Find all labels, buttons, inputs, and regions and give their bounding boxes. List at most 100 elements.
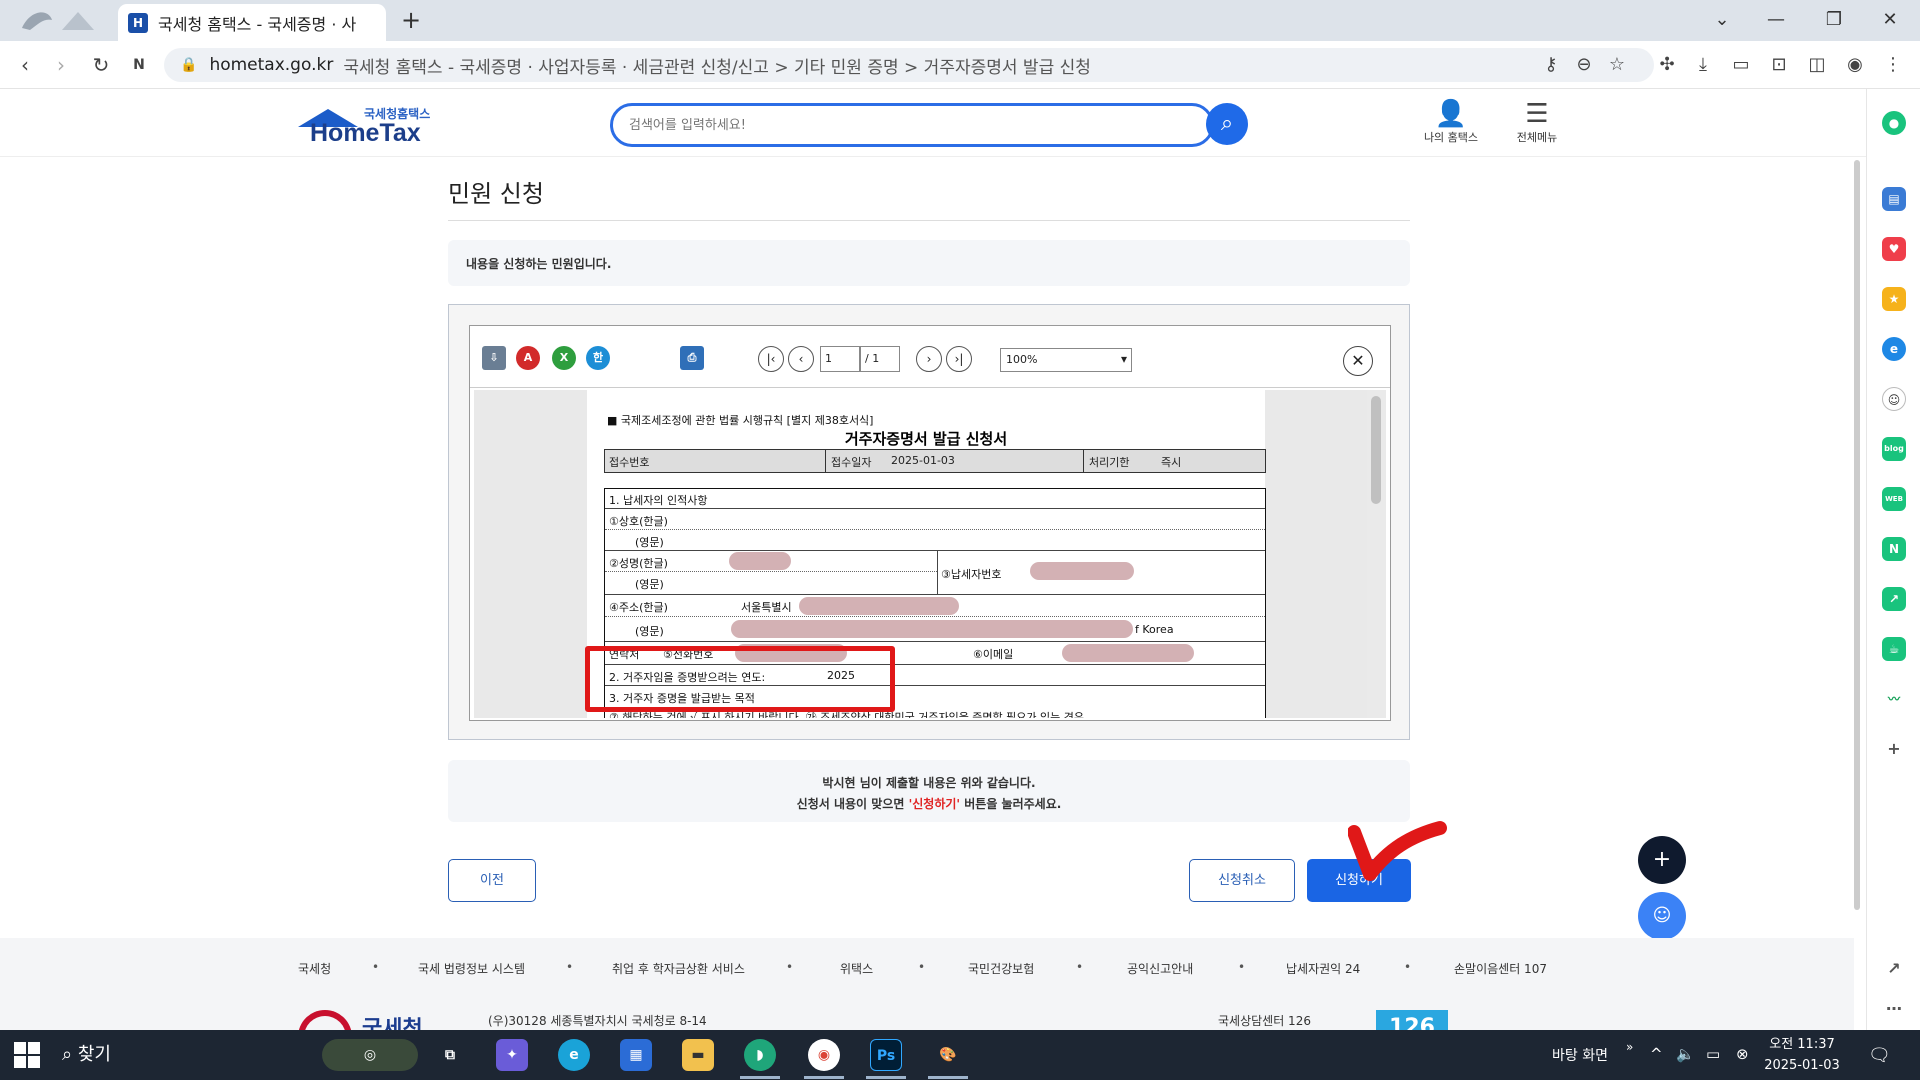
tab-search-chevron-icon[interactable]: ⌄ bbox=[1702, 5, 1742, 35]
zoom-out-icon[interactable]: ⊖ bbox=[1571, 52, 1597, 78]
key-icon[interactable]: ⚷ bbox=[1538, 52, 1564, 78]
confirm-line2-post: 버튼을 눌러주세요. bbox=[960, 797, 1062, 811]
address-en-label: (영문) bbox=[635, 625, 664, 638]
footer-link[interactable]: 손말이음센터 107 bbox=[1454, 960, 1547, 977]
star-app-icon[interactable]: ★ bbox=[1882, 287, 1906, 311]
battery-icon[interactable]: ▭ bbox=[1706, 1045, 1720, 1063]
tray-up-icon[interactable]: ^ bbox=[1650, 1045, 1663, 1063]
edge-icon[interactable]: e bbox=[1882, 337, 1906, 361]
red-annotation-box bbox=[585, 646, 895, 712]
reload-icon[interactable]: ↻ bbox=[86, 50, 116, 80]
processing-value: 즉시 bbox=[1161, 456, 1182, 469]
zoom-select[interactable]: 100% ▾ bbox=[1000, 348, 1132, 372]
site-search-input[interactable] bbox=[629, 114, 1089, 136]
site-info-icon[interactable]: 🔒 bbox=[180, 57, 197, 73]
copilot-icon[interactable]: ✦ bbox=[496, 1039, 528, 1071]
cell-divider bbox=[937, 551, 938, 595]
open-external-icon[interactable]: ↗ bbox=[1882, 957, 1906, 981]
finance-icon[interactable]: ↗ bbox=[1882, 587, 1906, 611]
address-kr-value: 서울특별시 bbox=[741, 601, 792, 614]
save-download-icon[interactable]: ⇩ bbox=[482, 346, 506, 370]
desktop-label[interactable]: 바탕 화면 bbox=[1552, 1045, 1608, 1065]
character-icon[interactable]: ☺ bbox=[1882, 387, 1906, 411]
store-icon[interactable]: ▦ bbox=[620, 1039, 652, 1071]
next-page-icon[interactable]: › bbox=[916, 346, 942, 372]
viewer-scroll-thumb[interactable] bbox=[1371, 396, 1381, 504]
my-hometax-link[interactable]: 👤 나의 홈택스 bbox=[1411, 99, 1491, 145]
webtoon-icon[interactable]: WEB bbox=[1882, 487, 1906, 511]
close-viewer-icon[interactable]: ✕ bbox=[1343, 346, 1373, 376]
side-more-icon[interactable]: … bbox=[1882, 993, 1906, 1017]
edge-taskbar-icon[interactable]: e bbox=[558, 1039, 590, 1071]
active-tab[interactable]: H 국세청 홈택스 - 국세증명 · 사 bbox=[118, 4, 386, 41]
pdf-icon[interactable]: A bbox=[516, 346, 540, 370]
chatbot-fab-icon[interactable]: ☺ bbox=[1638, 892, 1686, 940]
plus-fab-icon[interactable]: + bbox=[1638, 836, 1686, 884]
forward-arrow-icon[interactable]: › bbox=[46, 50, 76, 80]
task-view-icon[interactable]: ⧉ bbox=[434, 1039, 466, 1071]
excel-icon[interactable]: X bbox=[552, 346, 576, 370]
volume-icon[interactable]: 🔈 bbox=[1676, 1045, 1695, 1063]
page-number-input[interactable]: 1 bbox=[820, 346, 860, 372]
cancel-application-button[interactable]: 신청취소 bbox=[1189, 859, 1295, 902]
footer-link[interactable]: 취업 후 학자금상환 서비스 bbox=[612, 960, 745, 977]
whale-space-icon[interactable]: ● bbox=[1882, 111, 1906, 135]
prev-page-icon[interactable]: ‹ bbox=[788, 346, 814, 372]
naver-n-icon[interactable]: N bbox=[124, 50, 154, 80]
hwp-icon[interactable]: 한 bbox=[586, 346, 610, 370]
site-search-box bbox=[610, 103, 1214, 147]
footer-link[interactable]: 공익신고안내 bbox=[1127, 960, 1193, 977]
all-menu-link[interactable]: ☰ 전체메뉴 bbox=[1497, 99, 1577, 145]
naver-icon[interactable]: N bbox=[1882, 537, 1906, 561]
cafe-icon[interactable]: ☕ bbox=[1882, 637, 1906, 661]
taskbar-search[interactable]: ⌕ 찾기 bbox=[62, 1030, 111, 1080]
footer-link[interactable]: 국민건강보험 bbox=[968, 960, 1034, 977]
search-icon[interactable]: ⌕ bbox=[1206, 103, 1248, 145]
footer-link[interactable]: 국세 법령정보 시스템 bbox=[418, 960, 525, 977]
chrome-icon[interactable]: ◉ bbox=[808, 1039, 840, 1071]
footer-link[interactable]: 위택스 bbox=[840, 960, 873, 977]
notification-icon[interactable]: 🗨 bbox=[1868, 1045, 1891, 1066]
network-off-icon[interactable]: ⊗ bbox=[1736, 1045, 1749, 1063]
notice-box: 내용을 신청하는 민원입니다. bbox=[448, 240, 1410, 286]
url-field[interactable]: 🔒 hometax.go.kr 국세청 홈택스 - 국세증명 · 사업자등록 ·… bbox=[164, 48, 1654, 82]
profile-icon[interactable]: ◉ bbox=[1842, 52, 1868, 78]
restore-button[interactable]: ❐ bbox=[1814, 5, 1854, 35]
video-icon[interactable]: ▭ bbox=[1728, 52, 1754, 78]
hometax-logo[interactable]: 국세청홈택스 HomeTax bbox=[298, 105, 438, 149]
viewer-scrollbar[interactable] bbox=[1367, 390, 1386, 718]
paint-icon[interactable]: 🎨 bbox=[932, 1039, 964, 1071]
pocket-icon[interactable]: ♥ bbox=[1882, 237, 1906, 261]
footer-link[interactable]: 납세자권익 24 bbox=[1286, 960, 1360, 977]
page-scrollbar[interactable] bbox=[1854, 160, 1860, 910]
favorite-star-icon[interactable]: ☆ bbox=[1604, 52, 1630, 78]
pinned-tab-bird-icon[interactable] bbox=[0, 0, 115, 41]
whale-browser-icon[interactable]: ◗ bbox=[744, 1039, 776, 1071]
close-window-button[interactable]: ✕ bbox=[1870, 5, 1910, 35]
back-arrow-icon[interactable]: ‹ bbox=[10, 50, 40, 80]
extensions-icon[interactable]: ✣ bbox=[1654, 52, 1680, 78]
more-menu-icon[interactable]: ⋮ bbox=[1880, 52, 1906, 78]
search-highlight-icon[interactable]: ◎ bbox=[322, 1039, 418, 1071]
capture-icon[interactable]: ⊡ bbox=[1766, 52, 1792, 78]
taxpayer-no-label: ③납세자번호 bbox=[941, 568, 1002, 581]
new-tab-button[interactable]: + bbox=[396, 6, 426, 36]
overflow-chevron-icon[interactable]: » bbox=[1626, 1040, 1633, 1054]
taskbar-clock[interactable]: 오전 11:37 2025-01-03 bbox=[1762, 1034, 1842, 1076]
add-panel-icon[interactable]: + bbox=[1882, 737, 1906, 761]
minimize-button[interactable]: — bbox=[1756, 5, 1796, 35]
stock-chart-icon[interactable]: 〰 bbox=[1882, 687, 1906, 711]
first-page-icon[interactable]: |‹ bbox=[758, 346, 784, 372]
all-menu-label: 전체메뉴 bbox=[1516, 131, 1558, 144]
wallet-icon[interactable]: ▤ bbox=[1882, 187, 1906, 211]
windows-start-icon[interactable] bbox=[14, 1042, 40, 1068]
blog-icon[interactable]: blog bbox=[1882, 437, 1906, 461]
photoshop-icon[interactable]: Ps bbox=[870, 1039, 902, 1071]
print-icon[interactable]: ⎙ bbox=[680, 346, 704, 370]
file-explorer-icon[interactable]: ▬ bbox=[682, 1039, 714, 1071]
download-icon[interactable]: ⤓ bbox=[1690, 52, 1716, 78]
prev-button[interactable]: 이전 bbox=[448, 859, 536, 902]
last-page-icon[interactable]: ›| bbox=[946, 346, 972, 372]
split-screen-icon[interactable]: ◫ bbox=[1804, 52, 1830, 78]
footer-link[interactable]: 국세청 bbox=[298, 960, 331, 977]
